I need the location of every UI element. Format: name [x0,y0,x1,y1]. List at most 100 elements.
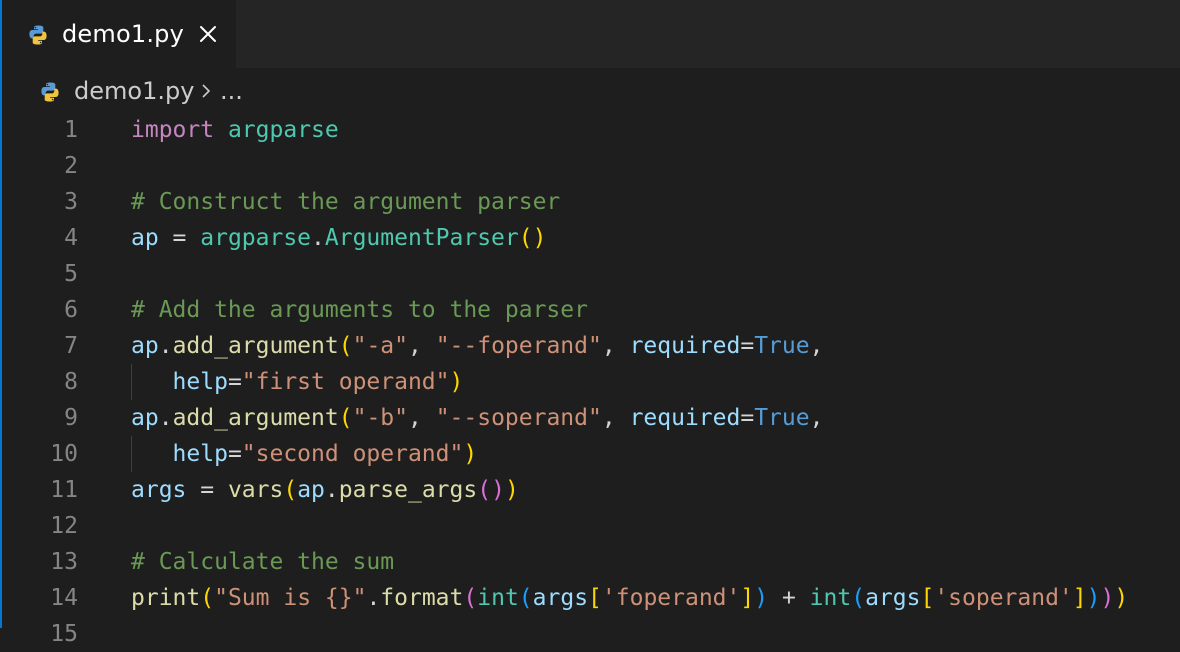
line-number: 4 [64,225,78,251]
breadcrumb-file[interactable]: demo1.py [74,75,194,107]
code-token: import [131,117,215,143]
code-token: , [601,405,630,431]
code-line[interactable]: 10 help="second operand") [0,436,1180,472]
code-line[interactable]: 3 # Construct the argument parser [0,184,1180,220]
code-token: # Add the arguments to the parser [131,297,588,323]
code-line[interactable]: 9 ap.add_argument("-b", "--soperand", req… [0,400,1180,436]
code-token: "-b" [352,405,408,431]
chevron-right-icon [198,80,214,102]
code-token: () [477,477,505,503]
code-token: ) [449,369,464,395]
focus-accent-bar [0,0,2,628]
code-token: required [629,405,741,431]
tab-bar: demo1.py [0,0,1180,68]
code-line[interactable]: 15 [0,616,1180,652]
code-token: ( [200,585,215,611]
code-token: # Construct the argument parser [131,189,561,215]
code-token: args [131,477,187,503]
code-token: . [366,585,381,611]
code-token: ] [740,585,755,611]
code-text: # Calculate the sum [131,544,394,580]
code-token: "first operand" [241,369,450,395]
line-number: 14 [50,585,78,611]
code-token: argparse [227,117,339,143]
code-token: True [754,405,810,431]
close-icon[interactable] [196,22,220,46]
code-token: "--foperand" [435,333,602,359]
code-text: ap.add_argument("-a", "--foperand", requ… [131,328,823,364]
code-token: ap [131,333,159,359]
code-line[interactable]: 6 # Add the arguments to the parser [0,292,1180,328]
breadcrumb-more[interactable]: ... [220,75,243,107]
code-token: int [809,585,852,611]
code-token: . [158,333,173,359]
code-token: ) [754,585,769,611]
code-editor[interactable]: 1 import argparse 2 3 # Construct the argume… [0,112,1180,647]
code-token: ( [283,477,298,503]
code-line[interactable]: 2 [0,148,1180,184]
code-text: ap.add_argument("-b", "--soperand", requ… [131,400,823,436]
tab-label: demo1.py [62,20,184,48]
code-token: "Sum is {}" [214,585,367,611]
code-token: required [629,333,741,359]
code-line[interactable]: 4 ap = argparse.ArgumentParser() [0,220,1180,256]
code-token: ap [131,405,159,431]
code-text: args = vars(ap.parse_args()) [131,472,519,508]
code-token: , [809,405,824,431]
code-token: # Calculate the sum [131,549,395,575]
code-token: ap [297,477,325,503]
line-number: 2 [64,153,78,179]
code-line[interactable]: 11 args = vars(ap.parse_args()) [0,472,1180,508]
python-icon [27,24,49,50]
code-token: () [518,225,547,251]
code-text: print("Sum is {}".format(int(args['foper… [131,580,1128,616]
code-token: format [380,585,464,611]
tab-demo1[interactable]: demo1.py [0,0,236,68]
code-line[interactable]: 12 [0,508,1180,544]
code-token: ( [338,405,353,431]
line-number: 13 [50,549,78,575]
code-token: = [740,333,755,359]
code-token: , [407,333,436,359]
code-token: ] [1072,585,1087,611]
code-token: , [601,333,630,359]
code-token: , [407,405,436,431]
line-number: 6 [64,297,78,323]
code-text: ap = argparse.ArgumentParser() [131,220,546,256]
code-line[interactable]: 5 [0,256,1180,292]
code-token: parse_args [338,477,478,503]
code-token: ) [1114,585,1129,611]
line-number: 12 [50,513,78,539]
code-token: = [227,441,242,467]
code-token: = [227,369,242,395]
code-token: [ [588,585,602,611]
code-token: argparse [200,225,312,251]
code-token: "-a" [352,333,408,359]
code-token: 'soperand' [934,585,1073,611]
code-token: = [158,225,201,251]
code-token: = [740,405,755,431]
code-line[interactable]: 1 import argparse [0,112,1180,148]
python-icon [39,81,61,107]
code-token: ) [1100,585,1115,611]
code-line[interactable]: 7 ap.add_argument("-a", "--foperand", req… [0,328,1180,364]
code-token: args [532,585,589,611]
code-token: vars [227,477,284,503]
code-token: ( [463,585,478,611]
code-line[interactable]: 13 # Calculate the sum [0,544,1180,580]
code-token: = [186,477,228,503]
line-number: 9 [64,405,78,431]
code-line[interactable]: 8 help="first operand") [0,364,1180,400]
code-text: # Add the arguments to the parser [131,292,588,328]
code-token: ( [518,585,533,611]
code-token: "--soperand" [435,405,602,431]
code-line[interactable]: 14 print("Sum is {}".format(int(args['fop… [0,580,1180,616]
code-token: . [158,405,173,431]
code-token: True [754,333,810,359]
line-number: 3 [64,189,78,215]
code-token: add_argument [172,405,339,431]
code-token: help [172,441,228,467]
line-number: 11 [50,477,78,503]
